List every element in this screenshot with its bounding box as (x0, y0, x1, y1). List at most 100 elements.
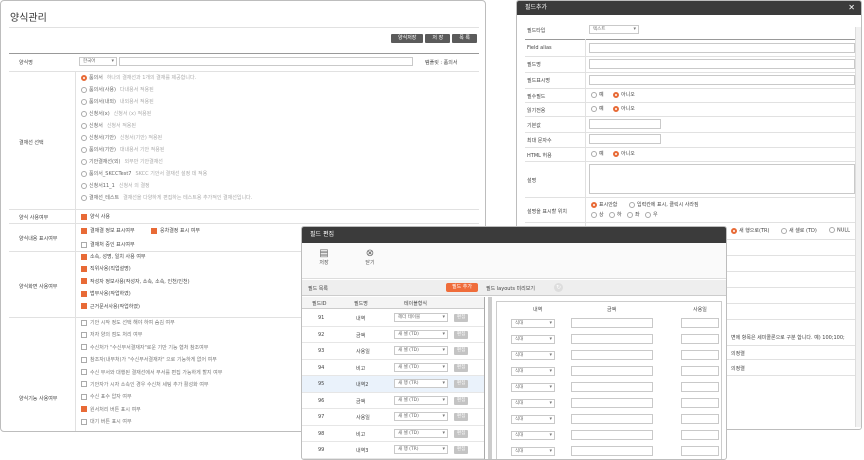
format-select[interactable]: 새 셀 (TD) (394, 412, 448, 421)
refresh-icon[interactable]: ↻ (554, 283, 563, 292)
function-option[interactable]: 참조자(내부처)가 "수신부서결재자" 으로 기능하게 없어 여부 (81, 356, 222, 368)
preview-select[interactable]: 식대 (511, 447, 555, 456)
preview-select[interactable]: 식대 (511, 383, 555, 392)
use-option[interactable]: 양식 사용 (81, 213, 110, 220)
table-row[interactable]: 94 비고 새 셀 (TD) 편집 (302, 360, 484, 376)
approval-line-option[interactable]: 품의서 하나의 결재선과 1개의 결재를 제공합니다. (81, 74, 252, 86)
pos-inline[interactable]: 입력칸에 표시, 클릭시 사라짐 (629, 201, 699, 208)
edit-button[interactable]: 편집 (454, 413, 469, 421)
content-option-3[interactable]: 결재처 중인 표시여부 (81, 241, 135, 248)
table-row[interactable]: 97 사용일 새 셀 (TD) 편집 (302, 409, 484, 426)
edit-button[interactable]: 편집 (454, 396, 469, 405)
required-no[interactable]: 아니오 (613, 91, 635, 98)
login-option[interactable]: 법부사용(작업하였) (81, 290, 190, 302)
approval-line-option[interactable]: 결재선_테스트 결재선을 다양하게 편집하는 테스트용 추가적인 결재선입니다. (81, 194, 252, 206)
language-select[interactable]: 한국어 (79, 57, 117, 66)
login-option[interactable]: 소속, 성명, 일치 사용 여부 (81, 253, 190, 265)
save-button[interactable]: ▤ 저장 (316, 248, 332, 266)
approval-line-option[interactable]: 신청서(x) 신청서 (x) 적용된 (81, 110, 252, 122)
edit-button[interactable]: 편집 (454, 314, 469, 322)
field-type-select[interactable]: 텍스트 (589, 25, 639, 34)
content-option-1[interactable]: 결재결 정보 표시여부 (81, 227, 135, 234)
edit-button[interactable]: 편집 (454, 347, 469, 355)
function-option[interactable]: 수신 표수 압자 여부 (81, 393, 222, 405)
table-row[interactable]: 98 비고 새 셀 (TD) 편집 (302, 426, 484, 442)
preview-date-input[interactable] (681, 318, 719, 328)
maxlen-input[interactable] (589, 134, 661, 144)
approval-line-option[interactable]: 품의서_SKCCTest7 SKCC 기안서 결재선 설정 데 적용 (81, 170, 252, 182)
preview-select[interactable]: 식대 (511, 431, 555, 440)
function-option[interactable]: 기안 시작 정도 선택 해야 하여 숨김 여부 (81, 319, 222, 331)
default-value-input[interactable] (589, 119, 661, 129)
preview-amount-input[interactable] (571, 318, 653, 328)
approval-line-option[interactable]: 신청서 신청서 적용된 (81, 122, 252, 134)
html-no[interactable]: 아니오 (613, 150, 635, 157)
scrollbar[interactable] (855, 27, 861, 427)
function-option[interactable]: 기안자가 시자 소속인 경우 수신처 세팅 추가 활성화 여부 (81, 381, 222, 393)
format-select[interactable]: 새 행 (TR) (394, 379, 448, 388)
close-icon[interactable]: ✕ (848, 1, 855, 15)
preview-date-input[interactable] (681, 446, 719, 456)
row-option-td[interactable]: 새 셀로 (TD) (781, 227, 817, 234)
preview-amount-input[interactable] (571, 350, 653, 360)
login-option[interactable]: 근거문서사용(작업하였) (81, 303, 190, 315)
table-row[interactable]: 92 금액 새 셀 (TD) 편집 (302, 327, 484, 343)
format-select[interactable]: 헤더 테이블 (394, 313, 448, 322)
preview-select[interactable]: 식대 (511, 367, 555, 376)
preview-amount-input[interactable] (571, 382, 653, 392)
row-option-tr[interactable]: 새 행으로(TR) (731, 227, 769, 234)
add-field-button[interactable]: 필드 추가 (446, 283, 478, 292)
approval-line-option[interactable]: 신청서11_1 신청서 의 결정 (81, 182, 252, 194)
table-row[interactable]: 96 금액 새 셀 (TD) 편집 (302, 393, 484, 409)
preview-amount-input[interactable] (571, 414, 653, 424)
field-name-input[interactable] (589, 59, 855, 69)
edit-button[interactable]: 편집 (454, 363, 469, 372)
content-option-2[interactable]: 응차결정 표시 여부 (151, 227, 200, 234)
table-row[interactable]: 99 내역3 새 행 (TR) 편집 (302, 442, 484, 459)
preview-amount-input[interactable] (571, 366, 653, 376)
row-option-null[interactable]: NULL (829, 227, 850, 234)
preview-date-input[interactable] (681, 382, 719, 392)
close-button[interactable]: ⊗ 닫기 (362, 248, 378, 266)
preview-select[interactable]: 식대 (511, 399, 555, 408)
edit-button[interactable]: 편집 (454, 429, 469, 438)
preview-scrollbar[interactable] (488, 297, 492, 459)
format-select[interactable]: 새 셀 (TD) (394, 395, 448, 405)
save-button[interactable]: 저 장 (425, 34, 451, 43)
form-name-input[interactable] (119, 57, 413, 66)
preview-date-input[interactable] (681, 398, 719, 408)
approval-line-option[interactable]: 품의서(내외) 내외용서 적용된 (81, 98, 252, 110)
field-display-input[interactable] (589, 75, 855, 85)
html-yes[interactable]: 예 (591, 150, 604, 157)
preview-date-input[interactable] (681, 430, 719, 440)
form-save-button[interactable]: 양식저장 (391, 34, 424, 43)
approval-line-option[interactable]: 품의서(사용) 다내용서 적용된 (81, 86, 252, 98)
edit-button[interactable]: 편집 (454, 330, 469, 339)
pos-top[interactable]: 상 (591, 211, 604, 218)
preview-date-input[interactable] (681, 334, 719, 344)
function-option[interactable]: 수신처가 "수신부서결재자"로운 기만 기능 협처 참조여부 (81, 344, 222, 356)
pos-left[interactable]: 좌 (627, 211, 640, 218)
login-option[interactable]: 직위사용(직업설명) (81, 265, 190, 277)
table-row[interactable]: 91 내역 헤더 테이블 편집 (302, 310, 484, 327)
approval-line-option[interactable]: 신청서(기안) 신청서(기안) 적용된 (81, 134, 252, 146)
approval-line-option[interactable]: 품의서(기안) 대내용서 기안 적용된 (81, 146, 252, 158)
required-yes[interactable]: 예 (591, 91, 604, 98)
readonly-yes[interactable]: 예 (591, 105, 604, 112)
preview-amount-input[interactable] (571, 430, 653, 440)
preview-amount-input[interactable] (571, 446, 653, 456)
table-row[interactable]: 95 내역2 새 행 (TR) 편집 (302, 376, 484, 393)
pos-bottom[interactable]: 하 (609, 211, 622, 218)
format-select[interactable]: 새 셀 (TD) (394, 329, 448, 339)
format-select[interactable]: 새 셀 (TD) (394, 346, 448, 355)
function-option[interactable]: 저자 양의 점도 처리 여부 (81, 331, 222, 343)
format-select[interactable]: 새 셀 (TD) (394, 362, 448, 372)
preview-date-input[interactable] (681, 366, 719, 376)
function-option[interactable]: 대기 버튼 표시 여부 (81, 418, 222, 430)
preview-select[interactable]: 식대 (511, 415, 555, 424)
description-textarea[interactable] (589, 164, 855, 194)
function-option[interactable]: 수신 부서와 대행된 결재선에서 부서를 편집 가능하게 할지 여부 (81, 369, 222, 381)
table-row[interactable]: 93 사용일 새 셀 (TD) 편집 (302, 343, 484, 360)
preview-amount-input[interactable] (571, 334, 653, 344)
edit-button[interactable]: 편집 (454, 380, 469, 388)
